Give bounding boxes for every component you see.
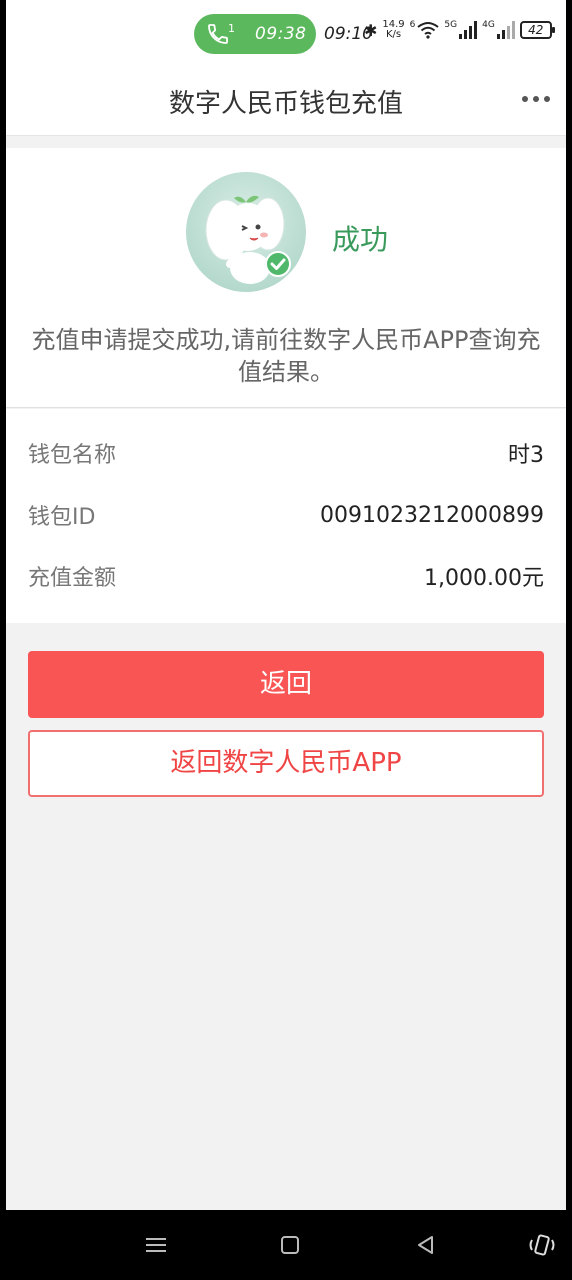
info-label: 充值金额 — [28, 566, 117, 591]
info-row-wallet-id: 钱包ID 0091023212000899 — [28, 495, 544, 535]
info-value: 1,000.00元 — [424, 566, 544, 591]
back-to-app-button[interactable]: 返回数字人民币APP — [28, 730, 544, 797]
signal-strength-2-icon — [496, 21, 515, 39]
info-value: 0091023212000899 — [320, 502, 544, 528]
network-speed: 14.9 K/s — [382, 20, 404, 40]
signal1-label: 5G — [444, 20, 458, 30]
wifi-label: 6 — [409, 20, 416, 30]
call-duration: 09:38 — [255, 24, 307, 44]
page-header: 数字人民币钱包充值 — [6, 68, 566, 136]
status-bar: 1 09:38 09:10 ✱ 14.9 K/s 6 5G 4G 42 — [6, 0, 566, 68]
mascot-image — [186, 172, 306, 292]
info-label: 钱包名称 — [28, 443, 117, 468]
network-speed-unit: K/s — [385, 29, 402, 40]
ongoing-call-pill[interactable]: 1 09:38 — [194, 14, 316, 54]
page-title: 数字人民币钱包充值 — [168, 89, 403, 119]
elephant-mascot-icon — [205, 195, 291, 284]
app-screen: 1 09:38 09:10 ✱ 14.9 K/s 6 5G 4G 42 数字人民… — [6, 0, 566, 1210]
signal2-label: 4G — [482, 20, 495, 30]
system-navigation-bar — [0, 1210, 572, 1280]
result-card: 成功 充值申请提交成功,请前往数字人民币APP查询充值结果。 — [6, 148, 566, 408]
battery-level: 42 — [528, 23, 544, 37]
signal-strength-1-icon — [459, 21, 478, 39]
menu-icon[interactable] — [140, 1230, 172, 1260]
success-message: 充值申请提交成功,请前往数字人民币APP查询充值结果。 — [31, 326, 541, 386]
battery-icon: 42 — [519, 21, 555, 39]
info-row-amount: 充值金额 1,000.00元 — [28, 556, 544, 596]
call-sim-number: 1 — [228, 21, 235, 35]
more-dots-icon[interactable] — [522, 96, 550, 102]
info-value: 时3 — [508, 443, 544, 468]
back-button[interactable]: 返回 — [28, 651, 544, 718]
status-icons: ✱ 14.9 K/s 6 5G 4G 42 — [364, 20, 555, 40]
success-status-text: 成功 — [332, 223, 389, 256]
info-label: 钱包ID — [28, 505, 96, 530]
screen-rotate-icon[interactable] — [526, 1230, 558, 1260]
info-row-wallet-name: 钱包名称 时3 — [28, 433, 544, 473]
bluetooth-icon: ✱ — [364, 20, 378, 40]
phone-icon — [208, 24, 228, 44]
recharge-info-list: 钱包名称 时3 钱包ID 0091023212000899 充值金额 1,000… — [6, 409, 566, 623]
home-icon[interactable] — [274, 1230, 306, 1260]
back-icon[interactable] — [410, 1230, 442, 1260]
wifi-icon — [417, 22, 440, 39]
